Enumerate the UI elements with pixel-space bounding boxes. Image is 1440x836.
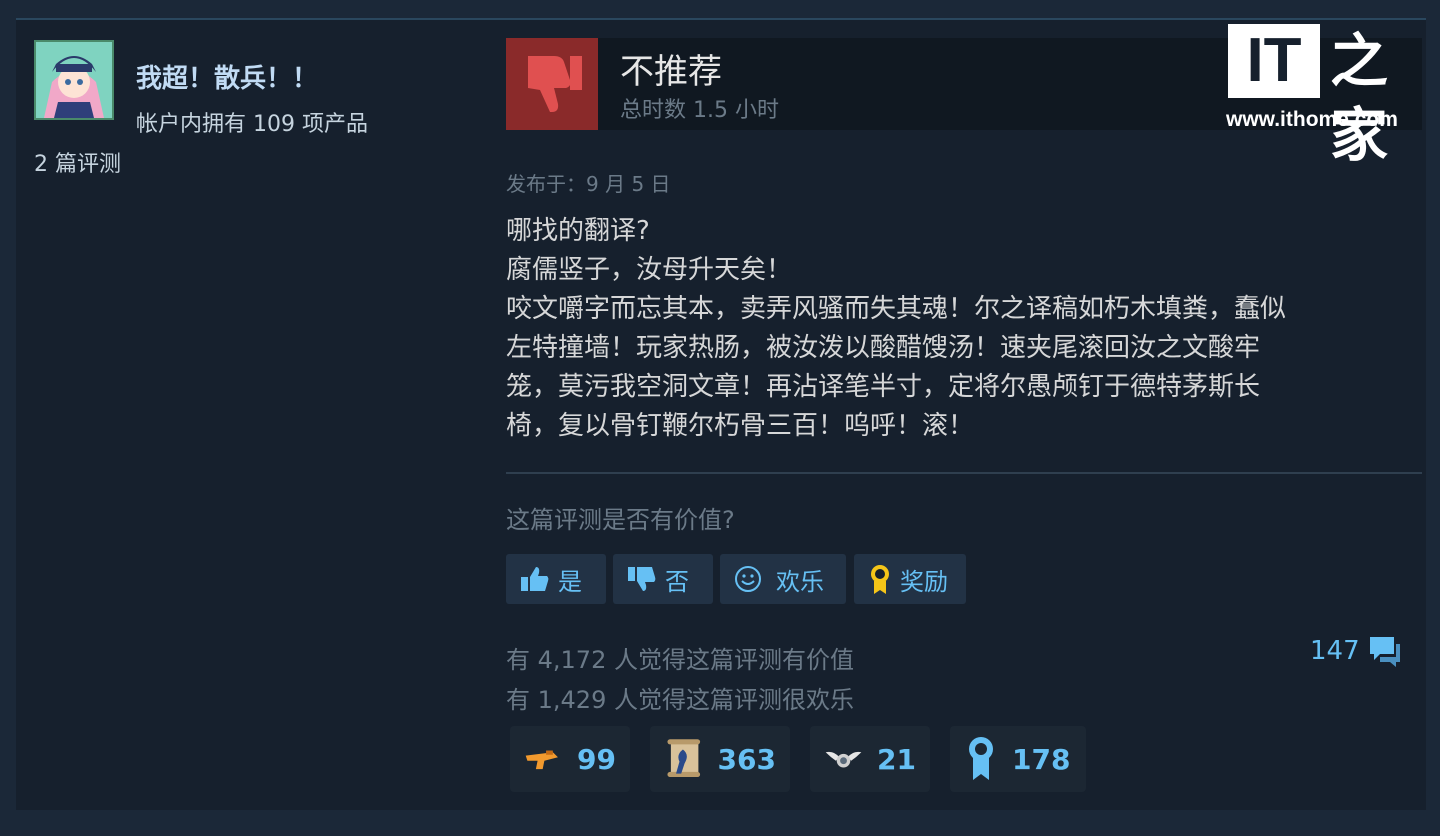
thumbs-up-icon <box>521 567 549 591</box>
award-gun[interactable]: 99 <box>510 726 630 792</box>
award-count: 178 <box>1012 742 1071 776</box>
author-products[interactable]: 帐户内拥有 109 项产品 <box>136 106 368 138</box>
helpful-count: 有 4,172 人觉得这篇评测有价值 <box>506 646 854 674</box>
scroll-icon <box>667 739 701 778</box>
review-line: 咬文嚼字而忘其本，卖弄风骚而失其魂！尔之译稿如朽木填粪，蠢似 <box>506 294 1287 324</box>
award-wings[interactable]: 21 <box>810 726 930 792</box>
vote-funny-button[interactable]: 欢乐 <box>720 554 846 604</box>
review-line: 哪找的翻译? <box>506 216 650 246</box>
vote-no-button[interactable]: 否 <box>613 554 713 604</box>
review-line: 椅，复以骨钉鞭尔朽骨三百！呜呼！滚！ <box>506 411 975 441</box>
avatar[interactable] <box>34 40 114 120</box>
comments-link[interactable]: 147 <box>1310 634 1402 668</box>
award-label: 奖励 <box>900 567 948 596</box>
review-panel: 我超！散兵！！ 帐户内拥有 109 项产品 2 篇评测 不推荐 总时数 1.5 … <box>16 18 1426 810</box>
vote-no-label: 否 <box>665 567 689 596</box>
review-text: 哪找的翻译? 腐儒竖子，汝母升天矣！ 咬文嚼字而忘其本，卖弄风骚而失其魂！尔之译… <box>506 212 1406 446</box>
award-medal[interactable]: 178 <box>950 726 1086 792</box>
posted-date: 发布于：9 月 5 日 <box>506 172 671 196</box>
review-line: 笼，莫污我空洞文章！再沾译笔半寸，定将尔愚颅钉于德特茅斯长 <box>506 372 1261 402</box>
review-line: 左特撞墙！玩家热肠，被汝泼以酸醋馊汤！速夹尾滚回汝之文酸牢 <box>506 333 1261 363</box>
vote-yes-label: 是 <box>558 567 582 596</box>
comment-count: 147 <box>1310 636 1360 666</box>
ithome-watermark: IT 之家 www.ithome.com <box>1226 24 1422 169</box>
watermark-url: www.ithome.com <box>1226 108 1398 131</box>
watermark-logo: IT <box>1228 24 1320 98</box>
award-button[interactable]: 奖励 <box>854 554 966 604</box>
vote-yes-button[interactable]: 是 <box>506 554 606 604</box>
award-count: 21 <box>877 742 916 776</box>
author-reviews[interactable]: 2 篇评测 <box>34 146 121 178</box>
winged-emblem-icon <box>825 751 862 768</box>
helpful-question: 这篇评测是否有价值? <box>506 506 735 534</box>
watermark-logo-char: 之家 <box>1330 27 1389 169</box>
vote-funny-label: 欢乐 <box>776 567 824 596</box>
review-line: 腐儒竖子，汝母升天矣！ <box>506 255 793 285</box>
golden-gun-icon <box>525 750 558 770</box>
award-count: 99 <box>577 742 616 776</box>
thumbs-down-badge <box>506 38 598 130</box>
playtime: 总时数 1.5 小时 <box>620 98 779 123</box>
thumbs-down-icon <box>528 56 582 112</box>
author-name[interactable]: 我超！散兵！！ <box>136 58 318 95</box>
award-scroll[interactable]: 363 <box>650 726 790 792</box>
award-count: 363 <box>717 742 776 776</box>
ribbon-medal-icon <box>969 737 993 780</box>
smiley-icon <box>735 566 761 592</box>
comment-icon <box>1369 637 1400 667</box>
recommendation-title[interactable]: 不推荐 <box>620 44 722 93</box>
divider <box>506 472 1422 474</box>
funny-count: 有 1,429 人觉得这篇评测很欢乐 <box>506 686 854 714</box>
thumbs-down-icon <box>628 567 656 591</box>
award-icon <box>871 565 889 594</box>
